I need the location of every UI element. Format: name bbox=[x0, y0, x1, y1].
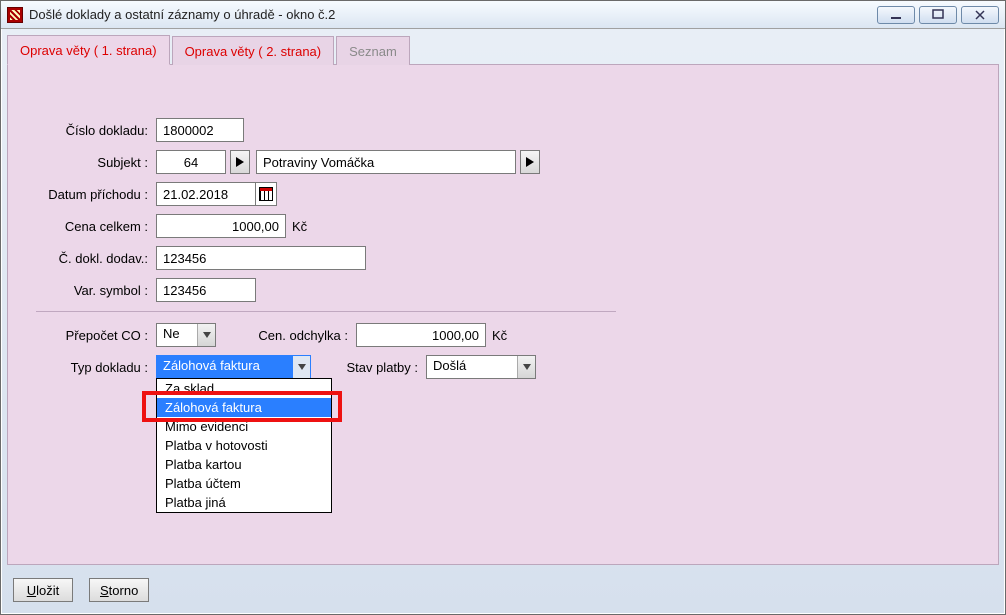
input-var-symbol[interactable] bbox=[156, 278, 256, 302]
tab-page1[interactable]: Oprava věty ( 1. strana) bbox=[7, 35, 170, 65]
tab-content: Číslo dokladu: Subjekt : Datum příchodu … bbox=[7, 65, 999, 565]
label-stav-platby: Stav platby : bbox=[336, 360, 426, 375]
close-button[interactable] bbox=[961, 6, 999, 24]
label-cen-odchylka: Cen. odchylka : bbox=[256, 328, 356, 343]
dropdown-option[interactable]: Platba jiná bbox=[157, 493, 331, 512]
dropdown-option[interactable]: Mimo evidenci bbox=[157, 417, 331, 436]
save-button[interactable]: Uložit bbox=[13, 578, 73, 602]
label-prepocet-co: Přepočet CO : bbox=[36, 328, 156, 343]
input-cena-celkem[interactable] bbox=[156, 214, 286, 238]
chevron-down-icon bbox=[197, 324, 215, 346]
app-window: Došlé doklady a ostatní záznamy o úhradě… bbox=[0, 0, 1006, 615]
titlebar: Došlé doklady a ostatní záznamy o úhradě… bbox=[1, 1, 1005, 29]
window-controls bbox=[877, 6, 999, 24]
window-title: Došlé doklady a ostatní záznamy o úhradě… bbox=[29, 7, 877, 22]
label-subjekt: Subjekt : bbox=[36, 155, 156, 170]
label-var-symbol: Var. symbol : bbox=[36, 283, 156, 298]
tab-page2[interactable]: Oprava věty ( 2. strana) bbox=[172, 36, 335, 65]
subjekt-lookup-button[interactable] bbox=[230, 150, 250, 174]
arrow-right-icon bbox=[526, 157, 534, 167]
unit-kc-2: Kč bbox=[492, 328, 507, 343]
dropdown-option[interactable]: Platba účtem bbox=[157, 474, 331, 493]
dropdown-option[interactable]: Platba kartou bbox=[157, 455, 331, 474]
select-prepocet-co[interactable]: Ne bbox=[156, 323, 216, 347]
dropdown-typ-dokladu[interactable]: Za skladZálohová fakturaMimo evidenciPla… bbox=[156, 378, 332, 513]
label-cena-celkem: Cena celkem : bbox=[36, 219, 156, 234]
cancel-button[interactable]: Storno bbox=[89, 578, 149, 602]
input-cen-odchylka[interactable] bbox=[356, 323, 486, 347]
footer-buttons: Uložit Storno bbox=[13, 578, 149, 602]
input-c-dokl-dodav[interactable] bbox=[156, 246, 366, 270]
app-icon bbox=[7, 7, 23, 23]
maximize-button[interactable] bbox=[919, 6, 957, 24]
minimize-button[interactable] bbox=[877, 6, 915, 24]
label-c-dokl-dodav: Č. dokl. dodav.: bbox=[36, 251, 156, 266]
input-subjekt-kod[interactable] bbox=[156, 150, 226, 174]
arrow-right-icon bbox=[236, 157, 244, 167]
tab-strip: Oprava věty ( 1. strana) Oprava věty ( 2… bbox=[7, 35, 999, 65]
dropdown-option[interactable]: Za sklad bbox=[157, 379, 331, 398]
chevron-down-icon bbox=[517, 356, 535, 378]
select-typ-dokladu[interactable]: Zálohová faktura bbox=[156, 355, 311, 379]
subjekt-nazev-lookup-button[interactable] bbox=[520, 150, 540, 174]
chevron-down-icon bbox=[292, 356, 310, 378]
separator bbox=[36, 311, 616, 312]
input-cislo-dokladu[interactable] bbox=[156, 118, 244, 142]
label-typ-dokladu: Typ dokladu : bbox=[36, 360, 156, 375]
dropdown-option[interactable]: Zálohová faktura bbox=[157, 398, 331, 417]
tab-list[interactable]: Seznam bbox=[336, 36, 410, 65]
label-datum-prichodu: Datum příchodu : bbox=[36, 187, 156, 202]
dropdown-option[interactable]: Platba v hotovosti bbox=[157, 436, 331, 455]
select-stav-platby-value: Došlá bbox=[433, 358, 466, 373]
select-typ-dokladu-value: Zálohová faktura bbox=[163, 358, 260, 373]
input-subjekt-nazev[interactable] bbox=[256, 150, 516, 174]
unit-kc-1: Kč bbox=[292, 219, 307, 234]
calendar-icon bbox=[259, 187, 273, 201]
select-stav-platby[interactable]: Došlá bbox=[426, 355, 536, 379]
input-datum-prichodu[interactable] bbox=[156, 182, 256, 206]
label-cislo-dokladu: Číslo dokladu: bbox=[36, 123, 156, 138]
client-area: Oprava věty ( 1. strana) Oprava věty ( 2… bbox=[1, 29, 1005, 614]
select-prepocet-co-value: Ne bbox=[163, 326, 180, 341]
date-picker-button[interactable] bbox=[255, 182, 277, 206]
